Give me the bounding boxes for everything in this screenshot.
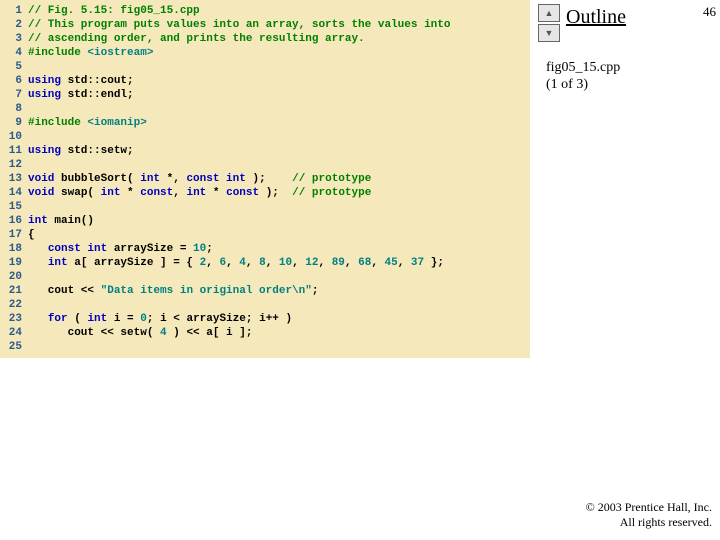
code-text: #include <iomanip> [28,116,147,130]
line-number: 9 [0,116,28,130]
line-number: 11 [0,144,28,158]
code-line: 6using std::cout; [0,74,530,88]
copyright-line1: © 2003 Prentice Hall, Inc. [586,500,712,515]
code-line: 9#include <iomanip> [0,116,530,130]
nav-next-button[interactable]: ▼ [538,24,560,42]
line-number: 15 [0,200,28,214]
code-line: 4#include <iostream> [0,46,530,60]
code-line: 17{ [0,228,530,242]
line-number: 5 [0,60,28,74]
line-number: 3 [0,32,28,46]
nav-prev-button[interactable]: ▲ [538,4,560,22]
code-text: // ascending order, and prints the resul… [28,32,365,46]
line-number: 17 [0,228,28,242]
code-text: int main() [28,214,94,228]
line-number: 25 [0,340,28,354]
code-line: 5 [0,60,530,74]
code-text: { [28,228,35,242]
code-text: #include <iostream> [28,46,153,60]
code-line: 16int main() [0,214,530,228]
code-text: cout << setw( 4 ) << a[ i ]; [28,326,252,340]
copyright-line2: All rights reserved. [586,515,712,530]
code-text: void bubbleSort( int *, const int ); // … [28,172,371,186]
line-number: 18 [0,242,28,256]
line-number: 22 [0,298,28,312]
line-number: 19 [0,256,28,270]
line-number: 24 [0,326,28,340]
copyright: © 2003 Prentice Hall, Inc. All rights re… [586,500,712,530]
code-text: using std::cout; [28,74,134,88]
code-line: 22 [0,298,530,312]
line-number: 13 [0,172,28,186]
code-line: 12 [0,158,530,172]
nav-buttons: ▲ ▼ [538,4,560,42]
code-text: int a[ arraySize ] = { 2, 6, 4, 8, 10, 1… [28,256,444,270]
code-text: // Fig. 5.15: fig05_15.cpp [28,4,200,18]
code-line: 21 cout << "Data items in original order… [0,284,530,298]
line-number: 14 [0,186,28,200]
code-line: 11using std::setw; [0,144,530,158]
code-text: for ( int i = 0; i < arraySize; i++ ) [28,312,292,326]
code-text: cout << "Data items in original order\n"… [28,284,318,298]
outline-heading: Outline [566,6,626,29]
code-text: void swap( int * const, int * const ); /… [28,186,371,200]
code-line: 13void bubbleSort( int *, const int ); /… [0,172,530,186]
code-text: const int arraySize = 10; [28,242,213,256]
line-number: 21 [0,284,28,298]
line-number: 6 [0,74,28,88]
file-label: fig05_15.cpp (1 of 3) [546,60,720,94]
line-number: 8 [0,102,28,116]
code-listing: 1// Fig. 5.15: fig05_15.cpp2// This prog… [0,0,530,358]
code-text: using std::endl; [28,88,134,102]
code-line: 23 for ( int i = 0; i < arraySize; i++ ) [0,312,530,326]
line-number: 16 [0,214,28,228]
code-line: 25 [0,340,530,354]
file-label-name: fig05_15.cpp [546,60,720,77]
code-line: 1// Fig. 5.15: fig05_15.cpp [0,4,530,18]
line-number: 20 [0,270,28,284]
sidebar: 46 ▲ ▼ Outline fig05_15.cpp (1 of 3) [534,0,720,540]
file-label-part: (1 of 3) [546,77,720,94]
code-text: using std::setw; [28,144,134,158]
code-line: 24 cout << setw( 4 ) << a[ i ]; [0,326,530,340]
code-line: 20 [0,270,530,284]
page-number: 46 [703,4,716,20]
code-line: 15 [0,200,530,214]
code-line: 7using std::endl; [0,88,530,102]
line-number: 7 [0,88,28,102]
code-line: 10 [0,130,530,144]
line-number: 10 [0,130,28,144]
line-number: 1 [0,4,28,18]
line-number: 23 [0,312,28,326]
code-line: 2// This program puts values into an arr… [0,18,530,32]
code-line: 18 const int arraySize = 10; [0,242,530,256]
line-number: 4 [0,46,28,60]
line-number: 12 [0,158,28,172]
code-line: 8 [0,102,530,116]
code-text: // This program puts values into an arra… [28,18,450,32]
code-line: 19 int a[ arraySize ] = { 2, 6, 4, 8, 10… [0,256,530,270]
code-line: 3// ascending order, and prints the resu… [0,32,530,46]
code-line: 14void swap( int * const, int * const );… [0,186,530,200]
line-number: 2 [0,18,28,32]
